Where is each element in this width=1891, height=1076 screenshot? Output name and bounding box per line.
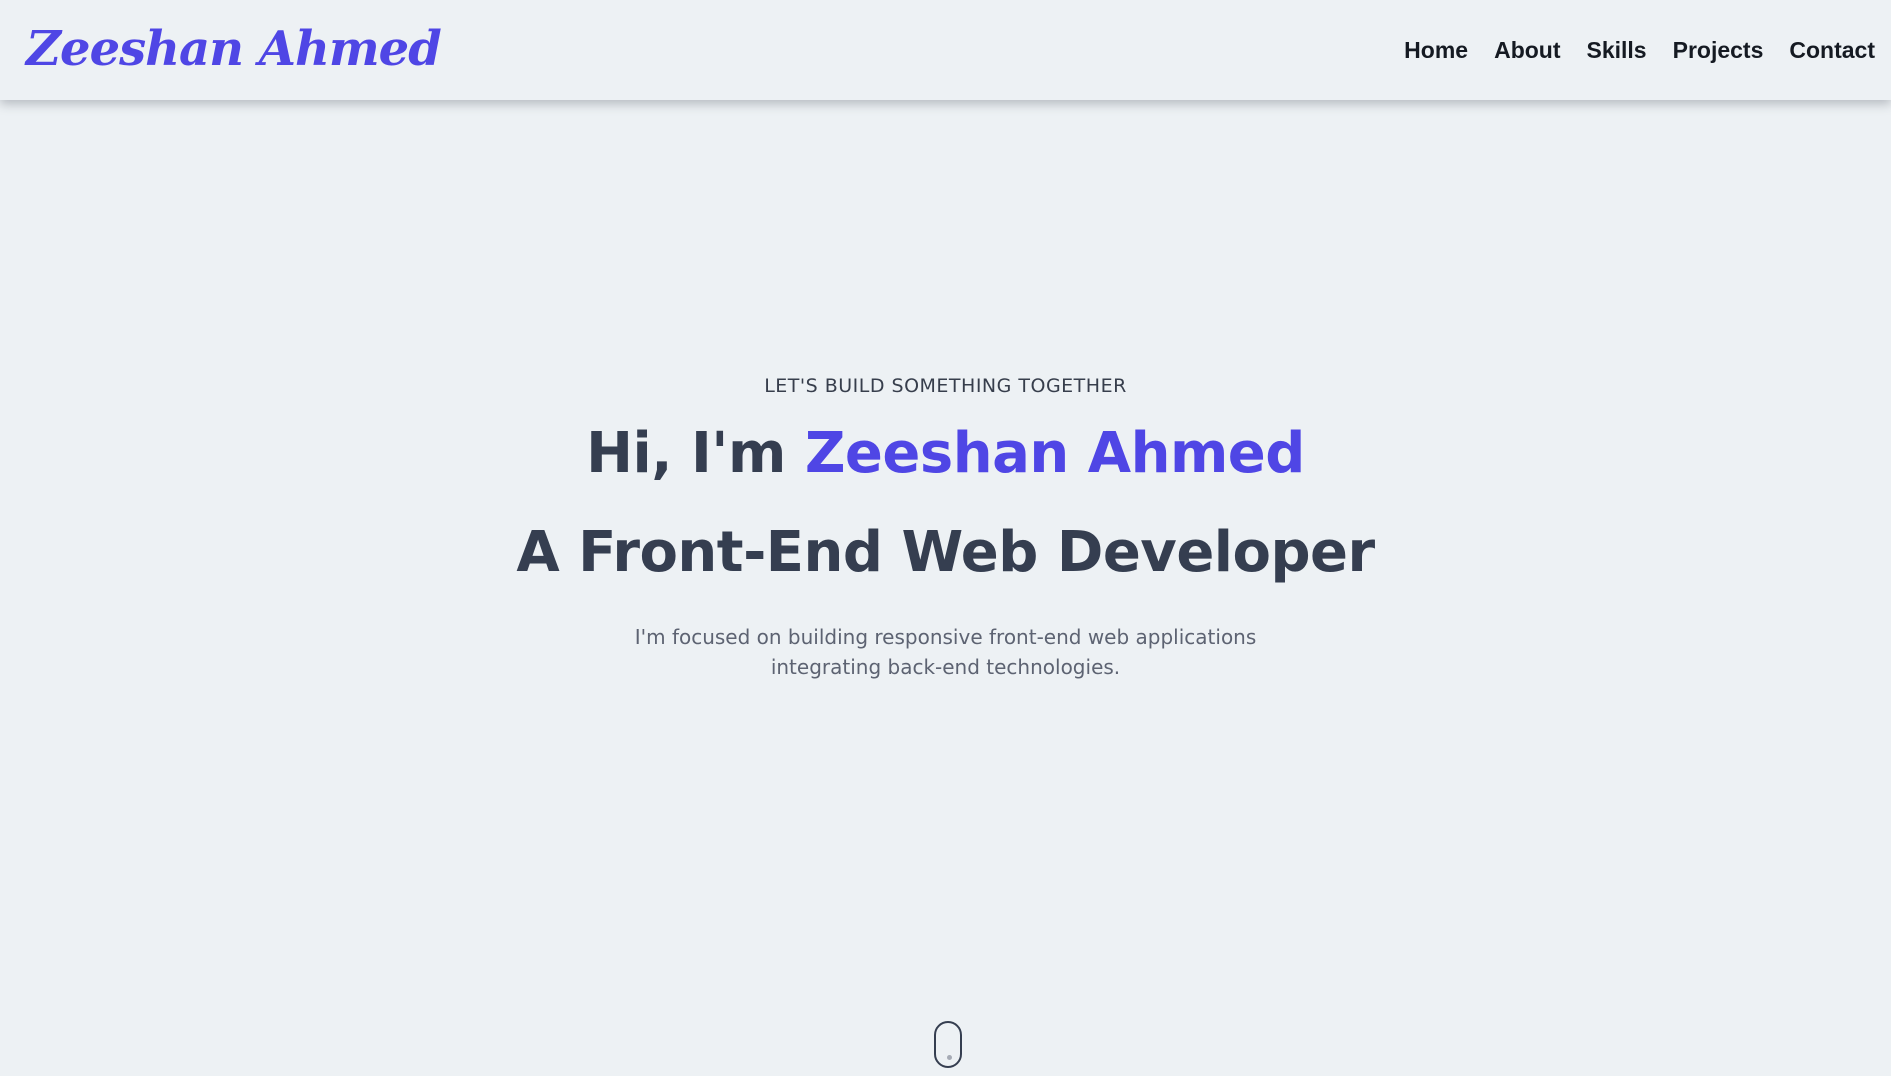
hero-description-line-1: I'm focused on building responsive front… [634,625,1257,649]
nav-link-home[interactable]: Home [1404,31,1468,69]
greeting-prefix: Hi, I'm [586,421,805,486]
brand-logo[interactable]: Zeeshan Ahmed [26,16,442,82]
mouse-scroll-icon[interactable] [934,1021,962,1068]
greeting-name: Zeeshan Ahmed [804,421,1306,486]
navbar: Zeeshan Ahmed Home About Skills Projects… [0,0,1891,100]
nav-link-skills[interactable]: Skills [1587,31,1647,69]
nav-link-about[interactable]: About [1494,31,1560,69]
scroll-wheel-dot [947,1055,952,1060]
hero-description-line-2: integrating back-end technologies. [770,655,1121,679]
nav-link-contact[interactable]: Contact [1789,31,1875,69]
nav-link-projects[interactable]: Projects [1673,31,1764,69]
nav-menu: Home About Skills Projects Contact [1404,31,1875,69]
hero-role: A Front-End Web Developer [516,520,1375,585]
hero-description: I'm focused on building responsive front… [0,622,1891,682]
hero-greeting: Hi, I'm Zeeshan Ahmed [0,418,1891,490]
hero-tagline: LET'S BUILD SOMETHING TOGETHER [764,375,1127,397]
